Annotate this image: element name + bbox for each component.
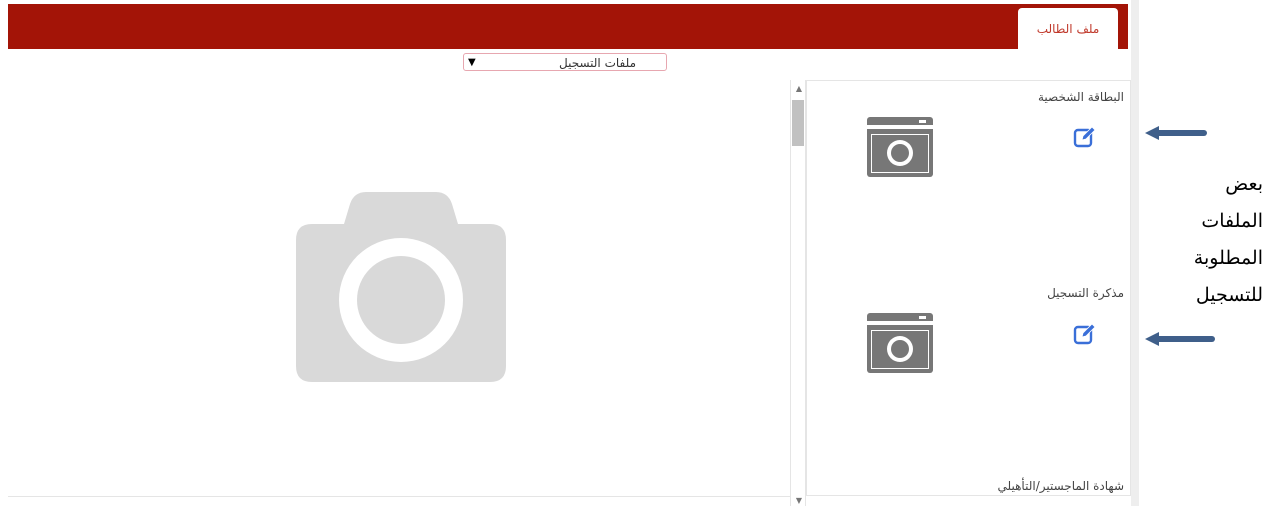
camera-icon[interactable] [867,117,933,177]
camera-icon [296,192,506,382]
chevron-down-icon: ▼ [468,57,476,68]
annotation-text: بعض الملفات المطلوبة للتسجيل [1168,166,1263,314]
tab-student-file[interactable]: ملف الطالب [1018,8,1118,50]
document-label-registration-note: مذكرة التسجيل [1047,286,1124,300]
annotation-line: الملفات [1201,210,1263,232]
window-border [1131,0,1139,506]
document-label-masters-certificate: شهادة الماجستير/التأهيلي [997,479,1125,493]
divider [8,496,790,497]
header-bar [8,4,1128,49]
annotation-line: للتسجيل [1195,284,1263,306]
file-category-select[interactable]: ملفات التسجيل ▼ [463,53,667,71]
annotation-line: المطلوبة [1193,247,1263,269]
document-label-id-card: البطاقة الشخصية [1038,90,1124,104]
file-category-value: ملفات التسجيل [558,56,636,70]
scrollbar-thumb[interactable] [792,100,804,146]
camera-icon[interactable] [867,313,933,373]
edit-icon[interactable] [1073,126,1097,150]
edit-icon[interactable] [1073,323,1097,347]
arrow-left-icon [1145,332,1215,346]
header-bar-cap [1120,4,1128,49]
scroll-up-arrow[interactable]: ▲ [794,84,804,93]
annotation-line: بعض [1225,173,1263,195]
scroll-down-arrow[interactable]: ▼ [794,496,804,505]
arrow-left-icon [1145,126,1207,140]
